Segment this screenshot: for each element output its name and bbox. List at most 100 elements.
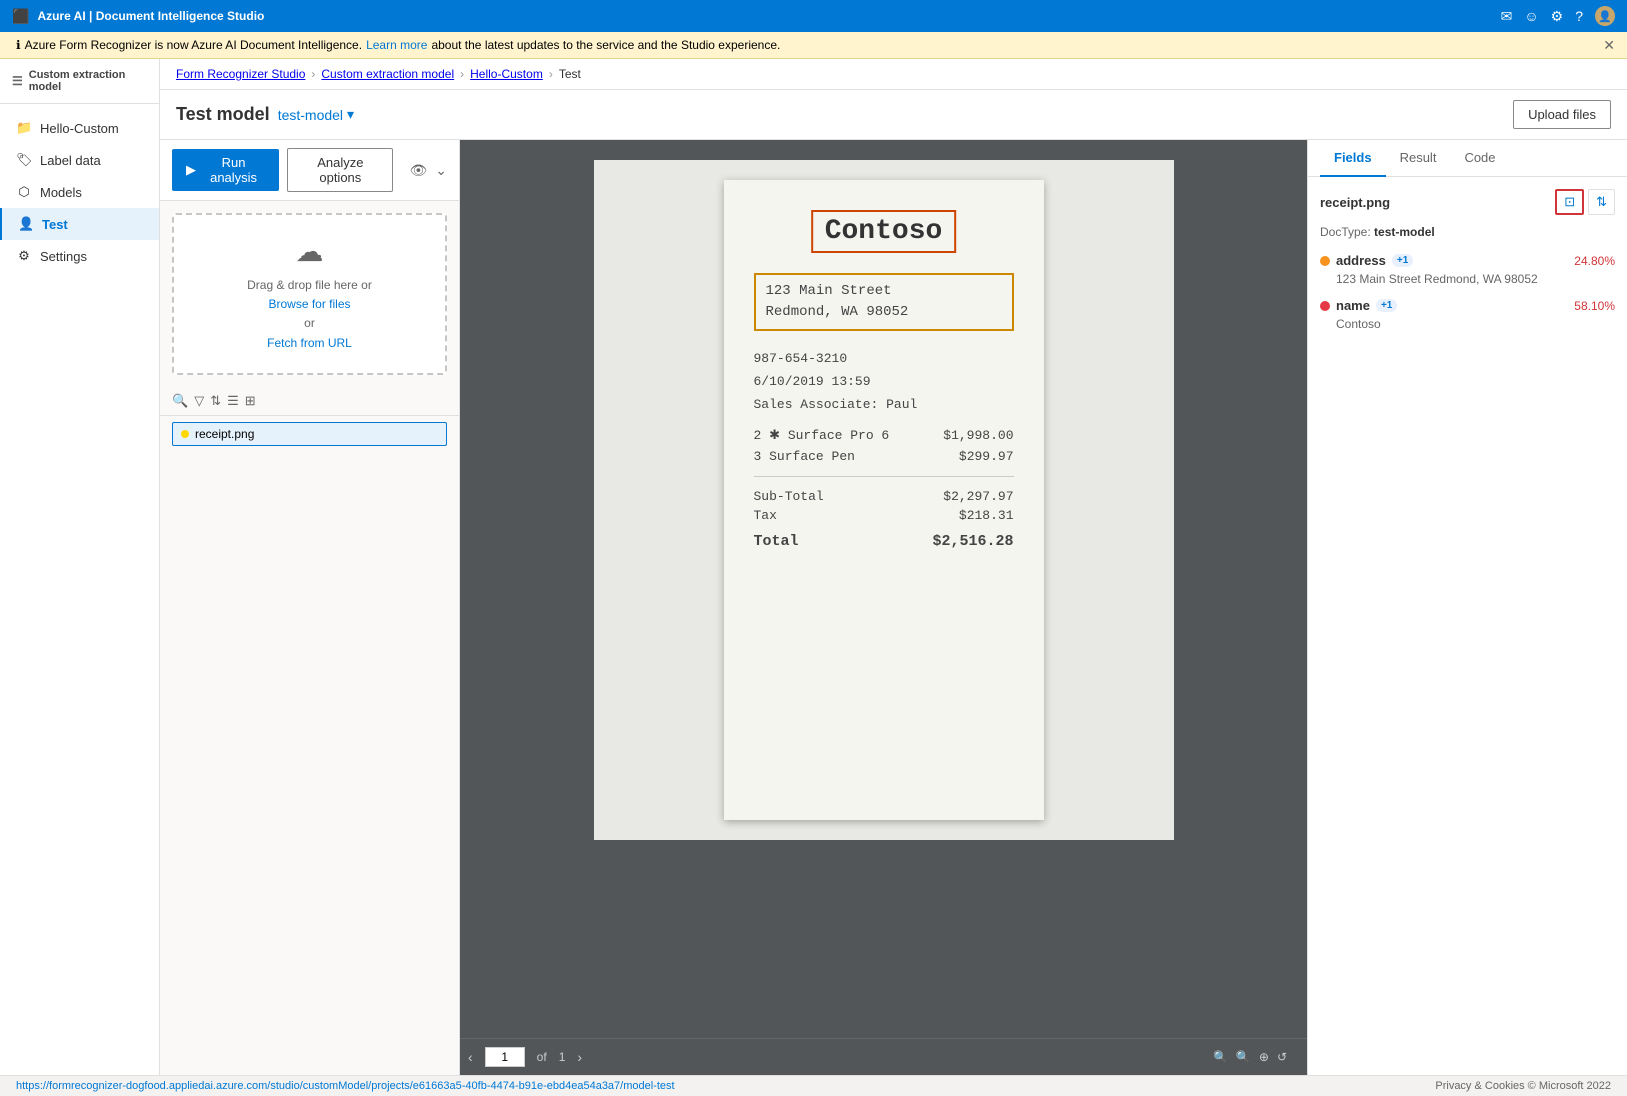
page-separator: of <box>537 1050 547 1064</box>
avatar[interactable]: 👤 <box>1595 6 1615 26</box>
toolbar-row: ▶ Run analysis Analyze options 👁 ⌄ <box>160 140 459 201</box>
run-icon: ▶ <box>186 162 196 178</box>
copyright: Privacy & Cookies © Microsoft 2022 <box>1435 1080 1611 1092</box>
field-item-name: name +1 58.10% Contoso <box>1320 298 1615 331</box>
main-content: Form Recognizer Studio › Custom extracti… <box>160 59 1627 1075</box>
right-content: receipt.png ⊡ ⇅ DocType: test-model <box>1308 177 1627 1075</box>
field-color-dot <box>1320 256 1330 266</box>
field-value: 123 Main Street Redmond, WA 98052 <box>1320 272 1615 286</box>
receipt-address-box: 123 Main Street Redmond, WA 98052 <box>754 273 1014 331</box>
folder-icon: 📁 <box>16 120 32 136</box>
upload-area[interactable]: ☁ Drag & drop file here or Browse for fi… <box>172 213 447 375</box>
search-icon[interactable]: 🔍 <box>172 393 188 409</box>
sidebar-item-label-data[interactable]: 🏷 Label data <box>0 144 159 176</box>
breadcrumb: Form Recognizer Studio › Custom extracti… <box>160 59 1627 90</box>
models-icon: ⬡ <box>16 184 32 200</box>
list-view-icon[interactable]: ☰ <box>227 393 239 409</box>
field-confidence: 58.10% <box>1574 299 1615 313</box>
file-info-actions: ⊡ ⇅ <box>1555 189 1615 215</box>
receipt-address-line1: 123 Main Street <box>766 281 1002 302</box>
test-icon: 👤 <box>18 216 34 232</box>
sidebar-item-models[interactable]: ⬡ Models <box>0 176 159 208</box>
analyze-options-button[interactable]: Analyze options <box>287 148 393 192</box>
zoom-controls: 🔍 🔍 ⊕ ↺ <box>1213 1050 1299 1064</box>
field-confidence: 24.80% <box>1574 254 1615 268</box>
total-pages: 1 <box>559 1050 566 1064</box>
emoji-icon[interactable]: ☺ <box>1524 8 1538 24</box>
file-toolbar: 🔍 ▽ ⇅ ☰ ⊞ <box>160 387 459 416</box>
grid-view-icon[interactable]: ⊞ <box>245 393 256 409</box>
settings-icon[interactable]: ⚙ <box>1551 8 1564 25</box>
field-color-dot <box>1320 301 1330 311</box>
fetch-url-link[interactable]: Fetch from URL <box>190 334 429 353</box>
eye-icon[interactable]: 👁 <box>409 162 427 179</box>
model-selector[interactable]: test-model ▾ <box>278 106 354 123</box>
breadcrumb-item-hello-custom[interactable]: Hello-Custom <box>470 67 543 81</box>
browse-link[interactable]: Browse for files <box>190 295 429 314</box>
run-analysis-button[interactable]: ▶ Run analysis <box>172 149 279 191</box>
receipt-subtotal-row: Sub-Total $2,297.97 <box>754 489 1014 504</box>
receipt-totals: Sub-Total $2,297.97 Tax $218.31 Total $2… <box>754 489 1014 550</box>
total-label: Total <box>754 533 799 550</box>
receipt-title: Contoso <box>811 210 957 253</box>
page-number-input[interactable] <box>485 1047 525 1067</box>
title-bar: ⬛ Azure AI | Document Intelligence Studi… <box>0 0 1627 32</box>
left-panel: ▶ Run analysis Analyze options 👁 ⌄ ☁ Dra… <box>160 140 460 1075</box>
upload-files-button[interactable]: Upload files <box>1513 100 1611 129</box>
breadcrumb-item-custom-extraction[interactable]: Custom extraction model <box>321 67 454 81</box>
notification-text: Azure Form Recognizer is now Azure AI Do… <box>25 38 363 52</box>
breadcrumb-item-test: Test <box>559 67 581 81</box>
receipt-items: 2 ✱ Surface Pro 6 $1,998.00 3 Surface Pe… <box>754 428 1014 464</box>
sidebar-title: Custom extraction model <box>29 69 147 93</box>
zoom-in-icon[interactable]: 🔍 <box>1236 1050 1251 1064</box>
receipt-document: Contoso 123 Main Street Redmond, WA 9805… <box>724 180 1044 820</box>
doc-viewer: Contoso 123 Main Street Redmond, WA 9805… <box>460 140 1307 1038</box>
fit-icon[interactable]: ⊕ <box>1259 1050 1269 1064</box>
expand-icon[interactable]: ⌄ <box>435 162 447 179</box>
view-icons: 👁 ⌄ <box>409 162 447 179</box>
rotate-icon[interactable]: ↺ <box>1277 1050 1287 1064</box>
next-page-button[interactable]: › <box>577 1049 582 1065</box>
notification-link[interactable]: Learn more <box>366 38 427 52</box>
tab-code[interactable]: Code <box>1450 140 1509 177</box>
sidebar-item-label: Test <box>42 217 68 232</box>
menu-icon: ☰ <box>12 74 23 88</box>
file-name: receipt.png <box>195 427 254 441</box>
prev-page-button[interactable]: ‹ <box>468 1049 473 1065</box>
receipt-address-line2: Redmond, WA 98052 <box>766 302 1002 323</box>
receipt-item-row: 2 ✱ Surface Pro 6 $1,998.00 <box>754 428 1014 443</box>
sidebar: ☰ Custom extraction model 📁 Hello-Custom… <box>0 59 160 1075</box>
sort-icon[interactable]: ⇅ <box>210 393 221 409</box>
tax-label: Tax <box>754 508 777 523</box>
zoom-out-icon[interactable]: 🔍 <box>1213 1050 1228 1064</box>
tax-value: $218.31 <box>959 508 1014 523</box>
mail-icon[interactable]: ✉ <box>1501 8 1513 25</box>
sidebar-item-label: Models <box>40 185 82 200</box>
field-item-address: address +1 24.80% 123 Main Street Redmon… <box>1320 253 1615 286</box>
page-title-group: Test model test-model ▾ <box>176 104 354 125</box>
help-icon[interactable]: ? <box>1575 8 1583 24</box>
sidebar-item-settings[interactable]: ⚙ Settings <box>0 240 159 272</box>
sidebar-item-label: Hello-Custom <box>40 121 119 136</box>
close-icon[interactable]: ✕ <box>1603 37 1615 54</box>
notification-suffix: about the latest updates to the service … <box>431 38 780 52</box>
import-button[interactable]: ⇅ <box>1588 189 1615 215</box>
sidebar-header: ☰ Custom extraction model <box>0 59 159 104</box>
upload-or-text: or <box>304 316 315 330</box>
info-icon: ℹ <box>16 38 21 52</box>
upload-drag-text: Drag & drop file here or Browse for file… <box>190 276 429 353</box>
file-list: receipt.png <box>160 416 459 452</box>
breadcrumb-item-form-recognizer[interactable]: Form Recognizer Studio <box>176 67 305 81</box>
sidebar-item-hello-custom[interactable]: 📁 Hello-Custom <box>0 112 159 144</box>
tab-result[interactable]: Result <box>1386 140 1451 177</box>
file-item[interactable]: receipt.png <box>172 422 447 446</box>
file-info-name: receipt.png <box>1320 195 1390 210</box>
tab-fields[interactable]: Fields <box>1320 140 1386 177</box>
export-button[interactable]: ⊡ <box>1555 189 1584 215</box>
app-title: Azure AI | Document Intelligence Studio <box>37 9 1492 23</box>
model-name: test-model <box>278 107 343 123</box>
sidebar-item-test[interactable]: 👤 Test <box>0 208 159 240</box>
label-icon: 🏷 <box>16 152 32 168</box>
filter-icon[interactable]: ▽ <box>194 393 204 409</box>
doc-area: Contoso 123 Main Street Redmond, WA 9805… <box>460 140 1307 1075</box>
